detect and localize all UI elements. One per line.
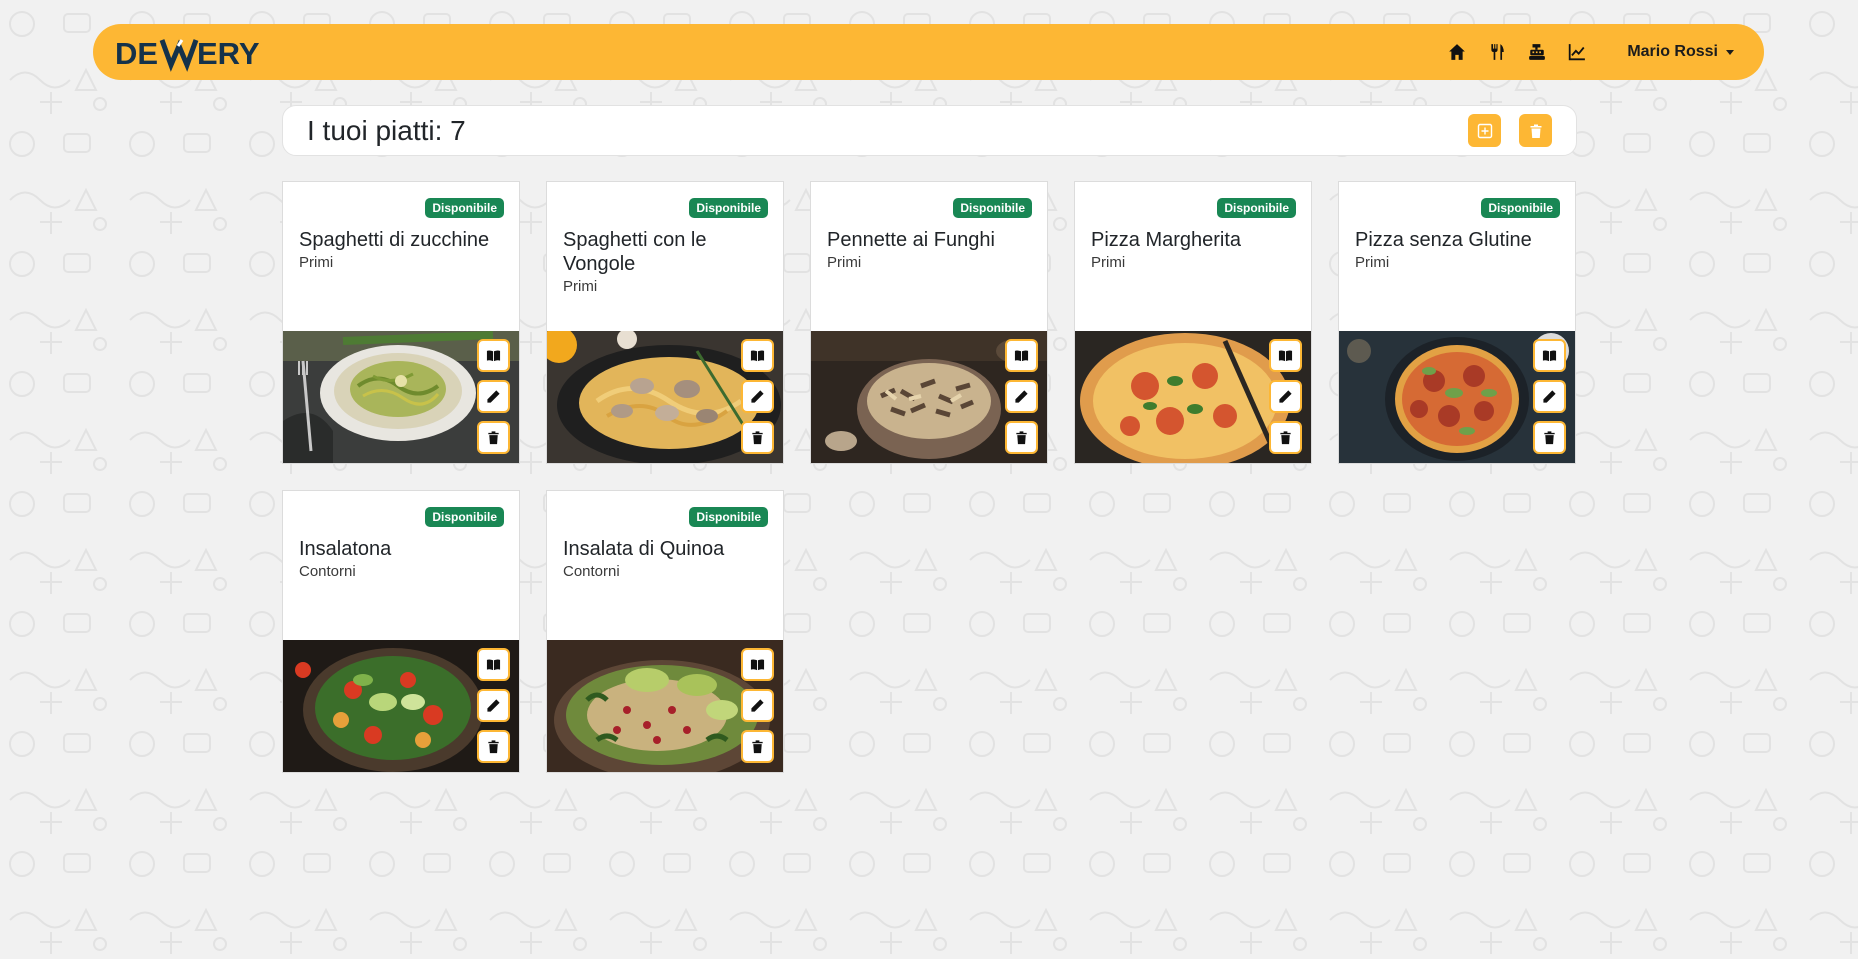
utensils-icon[interactable] [1477,32,1517,72]
card-actions [477,648,510,763]
view-recipe-button[interactable] [477,648,510,681]
dish-category: Primi [1355,254,1390,271]
caret-down-icon [1726,49,1734,55]
header-actions [1468,114,1552,147]
status-badge: Disponibile [1217,198,1296,218]
delete-dish-button[interactable] [477,730,510,763]
dish-name: Insalatona [299,538,392,560]
edit-dish-button[interactable] [1533,380,1566,413]
view-recipe-button[interactable] [741,648,774,681]
book-icon [1278,350,1293,362]
view-recipe-button[interactable] [1533,339,1566,372]
home-icon[interactable] [1437,32,1477,72]
dishes-header: I tuoi piatti: 7 [282,105,1577,156]
plus-square-icon [1477,123,1492,138]
dish-name: Pennette ai Funghi [827,229,995,251]
dish-card: Disponibile Pennette ai Funghi Primi [810,181,1048,464]
book-icon [486,659,501,671]
cash-register-icon[interactable] [1517,32,1557,72]
pencil-icon [487,390,500,403]
trash-icon [488,740,499,754]
view-recipe-button[interactable] [1269,339,1302,372]
edit-dish-button[interactable] [477,380,510,413]
card-actions [477,339,510,454]
brand-logo[interactable]: DE ERY [115,24,265,80]
book-icon [486,350,501,362]
dish-card: Disponibile Spaghetti di zucchine Primi [282,181,520,464]
dishes-grid: Disponibile Spaghetti di zucchine Primi [282,181,1577,773]
delete-dish-button[interactable] [1533,421,1566,454]
delete-dish-button[interactable] [741,730,774,763]
pencil-icon [1015,390,1028,403]
status-badge: Disponibile [425,198,504,218]
edit-dish-button[interactable] [741,689,774,722]
dish-name: Insalata di Quinoa [563,538,725,560]
status-badge: Disponibile [689,198,768,218]
dish-name: Pizza Margherita [1091,229,1242,251]
page-title: I tuoi piatti: 7 [307,114,466,146]
dish-name: Pizza senza Glutine [1355,229,1532,251]
status-badge: Disponibile [689,507,768,527]
dish-card: Disponibile Spaghetti con le Vongole Pri… [546,181,784,464]
delete-dish-button[interactable] [477,421,510,454]
status-badge: Disponibile [953,198,1032,218]
delete-dish-button[interactable] [741,421,774,454]
pencil-icon [487,699,500,712]
trash-icon [752,431,763,445]
dish-name: Spaghetti di zucchine [299,229,490,251]
dish-category: Primi [299,254,334,271]
pencil-icon [1543,390,1556,403]
trash-icon [1016,431,1027,445]
dish-card: Disponibile Pizza Margherita Primi [1074,181,1312,464]
card-actions [1269,339,1302,454]
add-dish-button[interactable] [1468,114,1501,147]
dish-category: Primi [1091,254,1126,271]
delete-all-button[interactable] [1519,114,1552,147]
dish-category: Contorni [563,563,620,580]
dish-card: Disponibile Insalata di Quinoa Contorni [546,490,784,773]
book-icon [1014,350,1029,362]
edit-dish-button[interactable] [741,380,774,413]
card-actions [741,648,774,763]
edit-dish-button[interactable] [477,689,510,722]
chart-line-icon[interactable] [1557,32,1597,72]
dish-card: Disponibile Insalatona Contorni [282,490,520,773]
svg-text:ERY: ERY [197,36,260,71]
user-name: Mario Rossi [1627,43,1718,60]
dish-category: Contorni [299,563,356,580]
view-recipe-button[interactable] [741,339,774,372]
card-actions [741,339,774,454]
dish-category: Primi [827,254,862,271]
delete-dish-button[interactable] [1269,421,1302,454]
trash-icon [1544,431,1555,445]
dish-category: Primi [563,278,598,295]
status-badge: Disponibile [1481,198,1560,218]
trash-icon [1280,431,1291,445]
trash-icon [488,431,499,445]
top-navbar: DE ERY Mario Rossi [93,24,1764,80]
edit-dish-button[interactable] [1269,380,1302,413]
edit-dish-button[interactable] [1005,380,1038,413]
delete-dish-button[interactable] [1005,421,1038,454]
view-recipe-button[interactable] [1005,339,1038,372]
trash-icon [1530,124,1541,138]
view-recipe-button[interactable] [477,339,510,372]
book-icon [750,659,765,671]
pencil-icon [1279,390,1292,403]
svg-text:DE: DE [115,36,158,71]
status-badge: Disponibile [425,507,504,527]
card-actions [1005,339,1038,454]
book-icon [750,350,765,362]
nav-links: Mario Rossi [1437,32,1734,72]
card-actions [1533,339,1566,454]
pencil-icon [751,390,764,403]
dish-name: Spaghetti con le Vongole [563,229,707,275]
trash-icon [752,740,763,754]
pencil-icon [751,699,764,712]
user-menu-dropdown[interactable]: Mario Rossi [1627,43,1734,61]
book-icon [1542,350,1557,362]
dish-card: Disponibile Pizza senza Glutine Primi [1338,181,1576,464]
